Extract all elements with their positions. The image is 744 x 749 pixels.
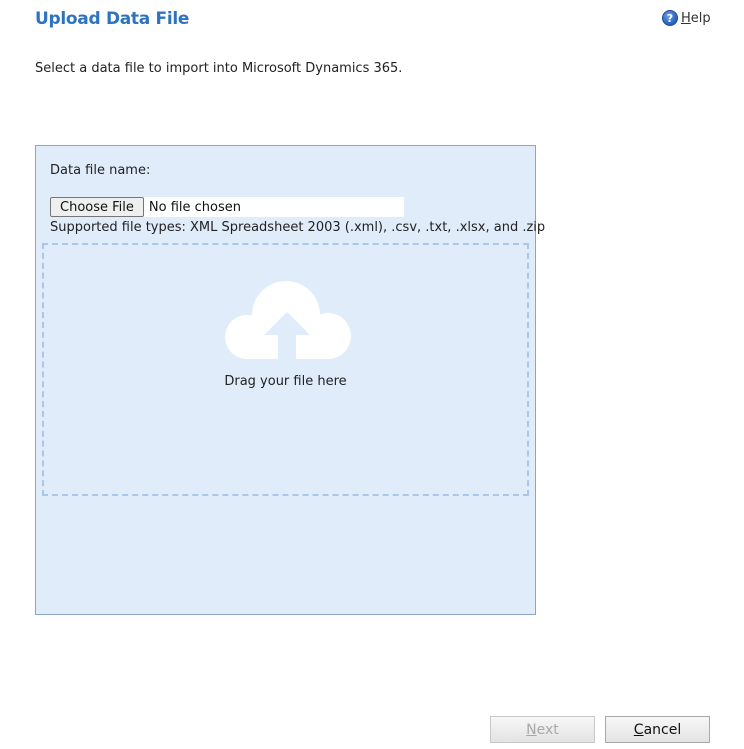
upload-panel: Data file name: Choose File No file chos… (35, 145, 545, 615)
cancel-label-rest: ancel (643, 721, 682, 738)
intro-text: Select a data file to import into Micros… (35, 61, 403, 76)
cloud-upload-icon (225, 281, 351, 359)
next-label-rest: ext (536, 721, 559, 738)
help-accesskey: H (681, 10, 691, 26)
next-accesskey: N (526, 721, 537, 738)
file-status-text: No file chosen (148, 199, 241, 215)
page-title: Upload Data File (35, 9, 190, 29)
cancel-button[interactable]: Cancel (605, 716, 710, 743)
help-label: Help (681, 11, 711, 26)
next-button[interactable]: Next (490, 716, 595, 743)
drag-file-text: Drag your file here (224, 374, 347, 389)
data-file-name-label: Data file name: (50, 163, 151, 178)
help-question-icon: ? (662, 10, 678, 26)
help-link[interactable]: ? Help (662, 10, 711, 26)
choose-file-button[interactable]: Choose File (50, 197, 144, 217)
supported-file-types: Supported file types: XML Spreadsheet 20… (50, 220, 546, 235)
cancel-accesskey: C (633, 721, 644, 738)
drop-zone[interactable]: Drag your file here (42, 243, 529, 496)
help-label-rest: elp (690, 10, 711, 26)
file-input[interactable]: Choose File No file chosen (50, 197, 404, 217)
